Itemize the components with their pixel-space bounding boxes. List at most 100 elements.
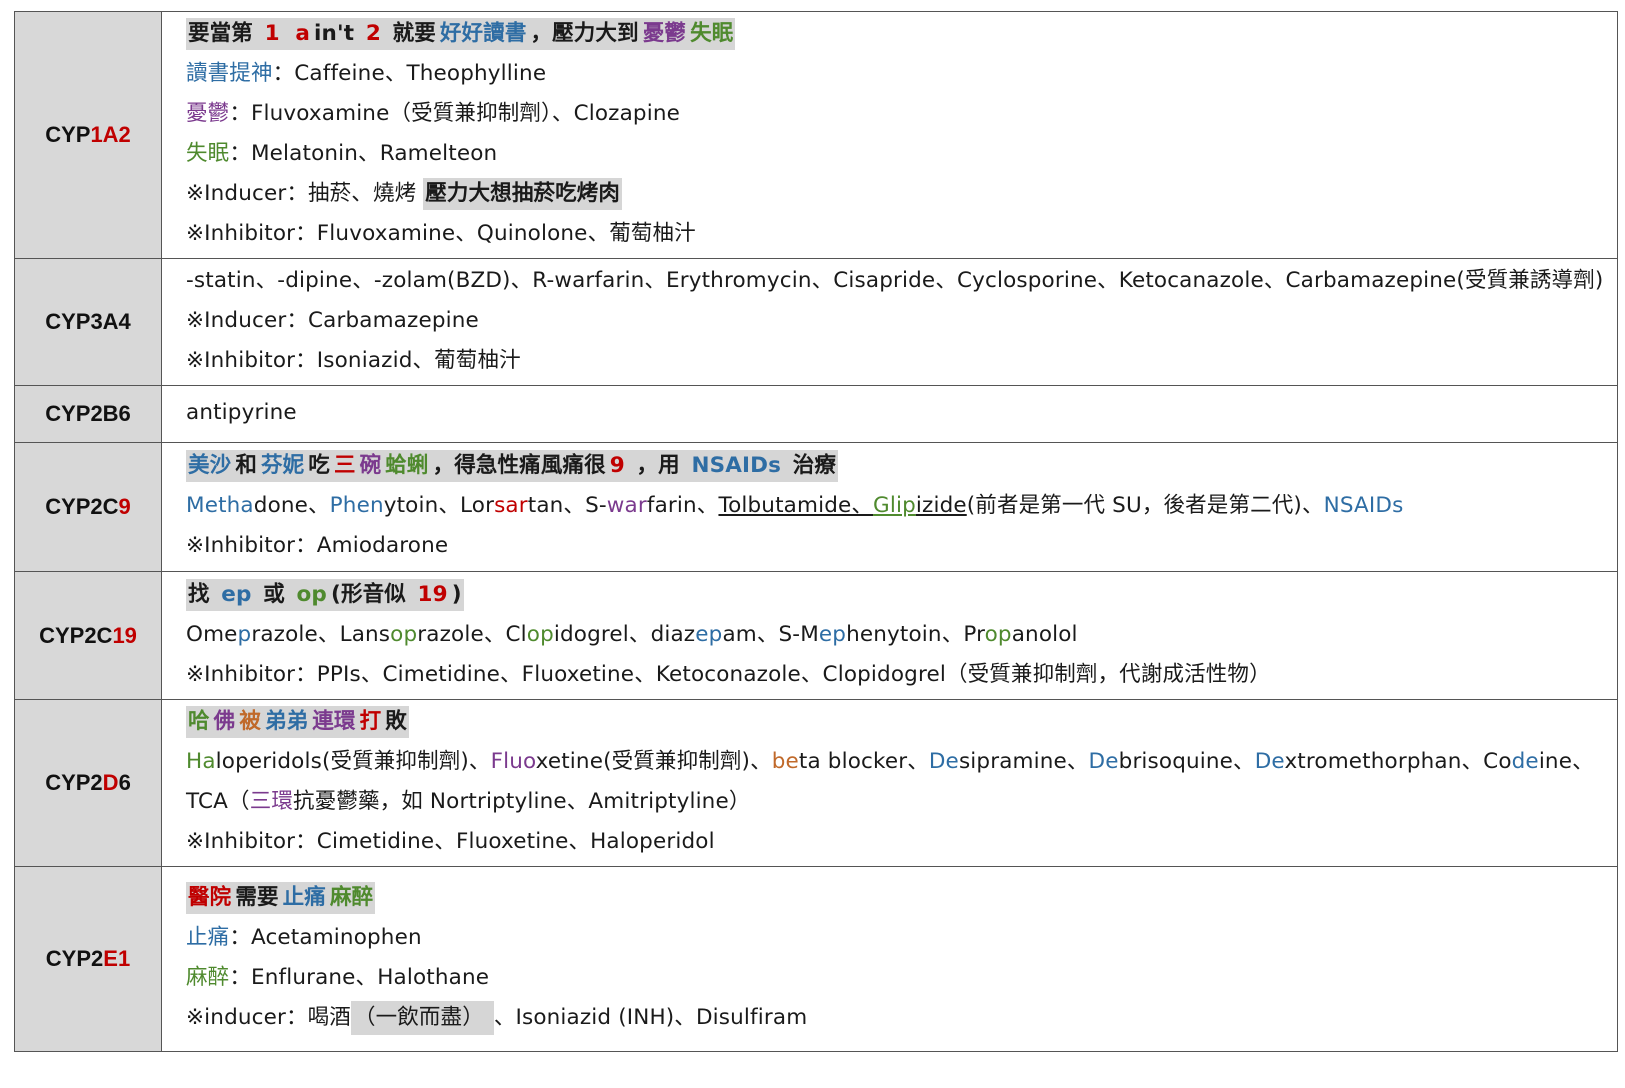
text-segment: Glip (873, 493, 916, 518)
text-segment: De (1088, 749, 1119, 774)
text-segment: ※Inhibitor：Isoniazid、葡萄柚汁 (186, 348, 521, 373)
text-segment: 被 (237, 706, 263, 738)
text-segment: 美沙 (186, 450, 234, 482)
cyp450-table-container: CYP1A2 要當第 1 a in't 2 就要 好好讀書 ，壓力大到 憂鬱 失眠 讀書提… (14, 11, 1618, 1052)
text-segment: TCA（ (186, 789, 250, 814)
enzyme-name-cell: CYP2E1 (14, 866, 162, 1052)
substrate-line: -statin、-dipine、-zolam(BZD)、R-warfarin、E… (186, 261, 1617, 301)
content-line: 失眠：Melatonin、Ramelteon (186, 134, 1617, 174)
text-segment: 治療 (783, 450, 839, 482)
text-segment: 9 (118, 494, 131, 519)
text-segment: 碗 (357, 450, 384, 482)
enzyme-name-cell: CYP2D6 (14, 699, 162, 867)
text-segment: De (1254, 749, 1285, 774)
text-segment: 麻醉 (186, 965, 230, 990)
table-row-cyp2c19: CYP2C19 找 ep 或 op (形音似 19) Omeprazole、Lan… (14, 571, 1618, 700)
content-line: 止痛：Acetaminophen (186, 918, 1617, 958)
text-segment: 1A2 (90, 122, 131, 147)
content-line: 憂鬱：Fluvoxamine（受質兼抑制劑）、Clozapine (186, 94, 1617, 134)
substrate-line: TCA（三環抗憂鬱藥，如 Nortriptyline、Amitriptyline… (186, 782, 1617, 822)
text-segment: （一飲而盡） (350, 1001, 494, 1035)
text-segment: (形音似 (328, 578, 416, 611)
mnemonic-line: 美沙和芬妮吃三碗蛤蜊 ，得急性痛風痛很 9 ，用 NSAIDs 治療 (186, 446, 1617, 486)
text-segment: 要當第 (186, 18, 263, 50)
text-segment: 壓力大想抽菸吃烤肉 (423, 178, 623, 210)
text-segment: 2 (363, 18, 383, 50)
enzyme-name-cell: CYP3A4 (14, 258, 162, 386)
text-segment: op (984, 621, 1012, 647)
text-segment: am、S-M (722, 621, 819, 647)
text-segment: antipyrine (186, 400, 297, 425)
text-segment: ep (818, 621, 847, 647)
text-segment: 佛 (211, 706, 238, 738)
inhibitor-line: ※Inhibitor：Fluvoxamine、Quinolone、葡萄柚汁 (186, 214, 1617, 254)
text-segment: ep (219, 578, 254, 611)
text-segment: CYP2 (45, 770, 103, 795)
table-row-cyp2e1: CYP2E1 醫院 需要 止痛 麻醉 止痛：Acetaminophen 麻醉：Enfl… (14, 866, 1618, 1052)
text-segment: ine、 (1538, 749, 1594, 774)
text-segment: 6 (118, 770, 131, 795)
text-segment: xtromethorphan、Co (1284, 749, 1512, 774)
text-segment: razole、Lans (251, 621, 391, 647)
text-segment: loperidols(受質兼抑制劑)、 (215, 749, 491, 774)
text-segment: Fluo (490, 749, 536, 774)
text-segment: 和 (233, 450, 259, 482)
text-segment: 打 (357, 706, 384, 738)
inhibitor-line: ※Inhibitor：PPIs、Cimetidine、Fluoxetine、Ke… (186, 655, 1617, 695)
content-line: 讀書提神：Caffeine、Theophylline (186, 54, 1617, 94)
text-segment: 連環 (310, 706, 358, 738)
inhibitor-line: ※Inhibitor：Amiodarone (186, 526, 1617, 566)
text-segment: 19 (112, 622, 137, 648)
content-line: 麻醉：Enflurane、Halothane (186, 958, 1617, 998)
content-cell: 找 ep 或 op (形音似 19) Omeprazole、Lansoprazol… (161, 571, 1618, 700)
mnemonic-line: 找 ep 或 op (形音似 19) (186, 575, 1617, 615)
text-segment: henytoin、Pr (846, 621, 985, 647)
text-segment: 找 (186, 578, 220, 611)
text-segment: 麻醉 (327, 882, 376, 914)
text-segment: Tolbutamide、 (718, 493, 874, 518)
text-segment: 敗 (383, 706, 409, 738)
text-segment: E1 (103, 946, 131, 971)
text-segment: 就要 (382, 18, 438, 50)
table-row-cyp2c9: CYP2C9 美沙和芬妮吃三碗蛤蜊 ，得急性痛風痛很 9 ，用 NSAIDs 治療 … (14, 442, 1618, 572)
text-segment: sar (494, 493, 528, 518)
mnemonic-line: 醫院 需要 止痛 麻醉 (186, 878, 1617, 918)
text-segment: ※Inhibitor：Fluvoxamine、Quinolone、葡萄柚汁 (186, 221, 696, 246)
substrate-line: Methadone、Phenytoin、Lorsartan、S-warfarin… (186, 486, 1617, 526)
text-segment: ：Enflurane、Halothane (229, 965, 490, 990)
substrate-line: Haloperidols(受質兼抑制劑)、Fluoxetine(受質兼抑制劑)、… (186, 742, 1617, 782)
text-segment: 醫院 (186, 882, 234, 914)
inducer-line: ※Inducer：Carbamazepine (186, 301, 1617, 341)
table-row-cyp1a2: CYP1A2 要當第 1 a in't 2 就要 好好讀書 ，壓力大到 憂鬱 失眠 讀書提… (14, 11, 1618, 259)
text-segment: sipramine、 (958, 749, 1089, 774)
text-segment: 弟弟 (262, 706, 311, 738)
text-segment: ※Inducer：Carbamazepine (186, 308, 479, 333)
text-segment: ep (695, 621, 723, 647)
text-segment: 三環 (249, 789, 294, 814)
text-segment: op (390, 621, 418, 647)
text-segment: -statin、-dipine、-zolam(BZD)、R-warfarin、E… (186, 268, 1604, 293)
text-segment: izide (915, 493, 967, 518)
text-segment: in't (312, 18, 364, 50)
text-segment: CYP2C (39, 622, 113, 648)
table-row-cyp2d6: CYP2D6 哈佛被弟弟 連環打敗 Haloperidols(受質兼抑制劑)、Fl… (14, 699, 1618, 867)
text-segment: 芬妮 (258, 450, 307, 482)
text-segment: 止痛 (186, 925, 230, 950)
text-segment: idogrel、diaz (553, 621, 696, 647)
text-segment: 蛤蜊 (383, 450, 431, 482)
text-segment: D (102, 770, 119, 795)
inducer-line: ※Inducer：抽菸、燒烤 壓力大想抽菸吃烤肉 (186, 174, 1617, 214)
text-segment: ta blocker、 (798, 749, 929, 774)
text-segment: NSAIDs (689, 450, 784, 482)
text-segment: op (526, 621, 554, 647)
text-segment: 憂鬱 (640, 18, 689, 50)
text-segment: done、 (253, 493, 330, 518)
table-row-cyp3a4: CYP3A4 -statin、-dipine、-zolam(BZD)、R-war… (14, 258, 1618, 386)
mnemonic-line: 要當第 1 a in't 2 就要 好好讀書 ，壓力大到 憂鬱 失眠 (186, 14, 1617, 54)
text-segment: p (237, 621, 252, 647)
text-segment: Phen (329, 493, 384, 518)
enzyme-name-cell: CYP2C9 (14, 442, 162, 572)
enzyme-name-cell: CYP1A2 (14, 11, 162, 259)
content-cell: 美沙和芬妮吃三碗蛤蜊 ，得急性痛風痛很 9 ，用 NSAIDs 治療 Methado… (161, 442, 1618, 572)
text-segment: anolol (1011, 621, 1078, 647)
